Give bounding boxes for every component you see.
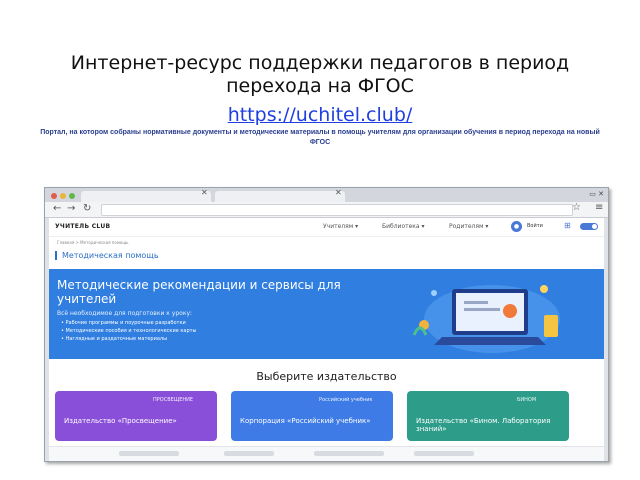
publisher-logo: БИНОМ <box>517 397 537 403</box>
hero-list-item: Наглядные и раздаточные материалы <box>61 335 196 343</box>
publisher-name: Корпорация «Российский учебник» <box>240 417 371 425</box>
publisher-card-binom[interactable]: БИНОМ Издательство «Бином. Лаборатория з… <box>407 391 569 441</box>
close-tab-icon[interactable]: ✕ <box>335 188 342 197</box>
hero-title: Методические рекомендации и сервисы для … <box>57 278 341 306</box>
nav-library[interactable]: Библиотека ▾ <box>382 223 425 230</box>
publisher-logo: Российский учебник <box>319 397 373 403</box>
taskbar-strip <box>49 446 604 461</box>
window-controls-icon[interactable]: ▭ ✕ <box>589 190 604 198</box>
browser-tab[interactable]: ✕ <box>81 188 211 202</box>
taskbar-item[interactable] <box>224 451 274 456</box>
web-page: УЧИТЕЛЬ CLUB Учителям ▾ Библиотека ▾ Род… <box>49 218 604 461</box>
taskbar-item[interactable] <box>314 451 384 456</box>
hero-list-item: Методические пособия и технологические к… <box>61 327 197 335</box>
publisher-card-prosveshchenie[interactable]: ПРОСВЕЩЕНИЕ Издательство «Просвещение» <box>55 391 217 441</box>
maximize-window-icon[interactable] <box>69 193 75 199</box>
close-tab-icon[interactable]: ✕ <box>201 188 208 197</box>
close-window-icon[interactable] <box>51 193 57 199</box>
reload-icon[interactable]: ↻ <box>83 203 91 214</box>
publishers-title: Выберите издательство <box>256 370 397 383</box>
taskbar-item[interactable] <box>414 451 474 456</box>
minimize-window-icon[interactable] <box>60 193 66 199</box>
tab-bar: ✕ ✕ ▭ ✕ <box>45 188 608 202</box>
browser-window: ✕ ✕ ▭ ✕ ← → ↻ ☆ ≡ УЧИТЕЛЬ CLUB Учителям … <box>44 187 609 462</box>
publisher-card-rosuchebnik[interactable]: Российский учебник Корпорация «Российски… <box>231 391 393 441</box>
publisher-logo: ПРОСВЕЩЕНИЕ <box>153 397 194 403</box>
browser-menu-icon[interactable]: ≡ <box>595 202 603 213</box>
url-input[interactable] <box>101 204 573 216</box>
theme-toggle[interactable] <box>580 223 598 230</box>
hero-banner: Методические рекомендации и сервисы для … <box>49 269 604 359</box>
nav-parents[interactable]: Родителям ▾ <box>449 223 488 230</box>
taskbar-item[interactable] <box>119 451 179 456</box>
site-logo[interactable]: УЧИТЕЛЬ CLUB <box>55 223 110 230</box>
slide-link[interactable]: https://uchitel.club/ <box>0 104 640 126</box>
breadcrumb[interactable]: Главная > Методическая помощь <box>57 240 128 245</box>
browser-tab[interactable]: ✕ <box>215 188 345 202</box>
bookmark-star-icon[interactable]: ☆ <box>572 202 581 213</box>
back-icon[interactable]: ← <box>53 203 61 214</box>
nav-teachers[interactable]: Учителям ▾ <box>323 223 358 230</box>
login-link[interactable]: Войти <box>527 223 543 229</box>
hero-list-item: Рабочие программы и поурочные разработки <box>61 319 196 327</box>
publisher-name: Издательство «Просвещение» <box>64 417 177 425</box>
forward-icon[interactable]: → <box>67 203 75 214</box>
hero-subtitle: Всё необходимое для подготовки к уроку: <box>57 310 193 317</box>
slide-title: Интернет-ресурс поддержки педагогов в пе… <box>70 52 570 97</box>
publisher-name: Издательство «Бином. Лаборатория знаний» <box>416 417 551 433</box>
address-bar: ← → ↻ ☆ ≡ <box>45 202 608 218</box>
slide-subtitle: Портал, на котором собраны нормативные д… <box>40 129 600 146</box>
laptop-illustration-icon <box>412 285 560 353</box>
section-title: Методическая помощь <box>55 251 159 260</box>
site-header: УЧИТЕЛЬ CLUB Учителям ▾ Библиотека ▾ Род… <box>49 218 604 237</box>
user-avatar-icon[interactable]: ● <box>511 221 522 232</box>
apps-grid-icon[interactable]: ⊞ <box>564 221 571 230</box>
hero-list: Рабочие программы и поурочные разработки… <box>61 319 197 343</box>
